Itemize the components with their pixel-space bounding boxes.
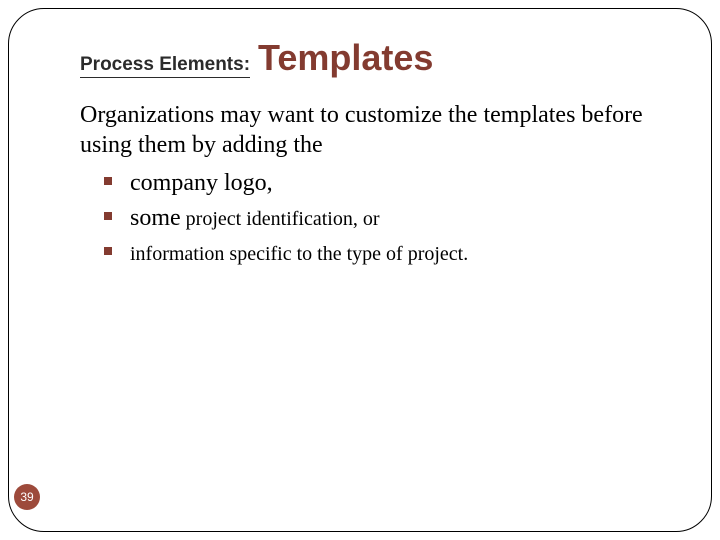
- page-number: 39: [20, 490, 33, 504]
- slide: Process Elements: Templates Organization…: [0, 0, 720, 540]
- title-main: Templates: [258, 40, 433, 76]
- list-item: company logo,: [104, 166, 660, 201]
- bullet-lead: some: [130, 205, 181, 231]
- bullet-list: company logo, some project identificatio…: [80, 166, 660, 270]
- bullet-rest: information specific to the type of proj…: [130, 243, 468, 265]
- list-item: information specific to the type of proj…: [104, 236, 660, 271]
- slide-content: Process Elements: Templates Organization…: [80, 40, 660, 270]
- bullet-lead: company logo,: [130, 170, 273, 196]
- title-prefix: Process Elements:: [80, 54, 250, 78]
- slide-title: Process Elements: Templates: [80, 40, 660, 78]
- intro-text: Organizations may want to customize the …: [80, 100, 660, 160]
- bullet-rest: project identification, or: [181, 208, 380, 230]
- page-number-badge: 39: [14, 484, 40, 510]
- list-item: some project identification, or: [104, 201, 660, 236]
